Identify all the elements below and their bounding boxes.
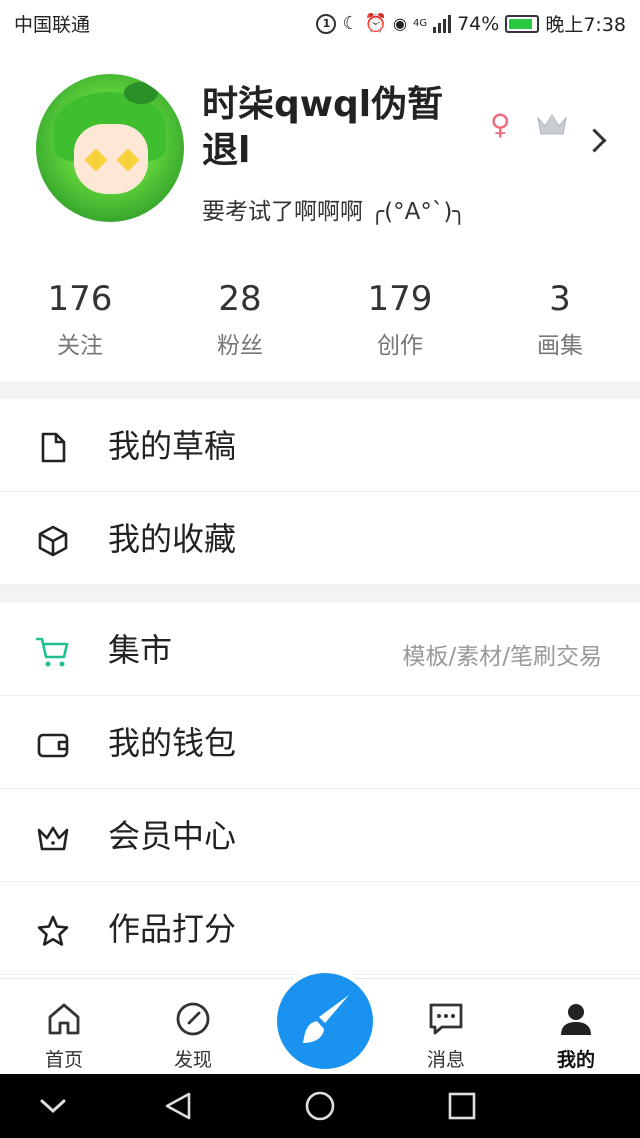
stats-bar: 176 关注 28 粉丝 179 创作 3 画集 (0, 278, 640, 368)
stat-value: 28 (218, 279, 262, 319)
tab-label: 首页 (44, 1049, 83, 1071)
star-icon (37, 915, 69, 946)
box-icon (38, 525, 68, 557)
tab-messages[interactable]: 消息 (396, 979, 496, 1075)
alarm-icon: ⏰ (364, 13, 387, 34)
stat-label: 关注 (57, 333, 103, 359)
stat-works[interactable]: 179 创作 (320, 278, 480, 368)
chevron-down-icon[interactable] (38, 1096, 68, 1116)
moon-icon: ☾ (342, 13, 359, 34)
crown-icon (37, 826, 69, 851)
menu-item-favorites[interactable]: 我的收藏 (0, 492, 640, 585)
female-icon: ♀ (490, 108, 511, 141)
home-icon (48, 1003, 80, 1035)
tab-label: 消息 (426, 1049, 465, 1071)
menu-item-label: 会员中心 (108, 817, 237, 855)
menu-item-hint: 模板/素材/笔刷交易 (402, 644, 603, 670)
system-nav-bar (0, 1074, 640, 1138)
recents-icon[interactable] (447, 1091, 477, 1121)
status-icons: 1 ☾ ⏰ ◉ 4G 74% 晚上7:38 (316, 10, 626, 37)
stat-following[interactable]: 176 关注 (0, 278, 160, 368)
stat-value: 3 (549, 279, 571, 319)
tab-me[interactable]: 我的 (526, 979, 626, 1075)
menu-item-drafts[interactable]: 我的草稿 (0, 399, 640, 492)
avatar-hat (124, 82, 158, 104)
signal-icon (433, 14, 452, 33)
wallet-icon (37, 733, 69, 758)
stat-value: 176 (47, 279, 113, 319)
section-divider (0, 585, 640, 603)
menu-item-label: 我的草稿 (108, 427, 237, 465)
stat-label: 创作 (377, 333, 423, 359)
status-bar: 中国联通 1 ☾ ⏰ ◉ 4G 74% 晚上7:38 (0, 0, 640, 44)
create-button[interactable] (272, 968, 378, 1074)
hd-icon: 1 (316, 13, 337, 34)
clock-time: 晚上7:38 (545, 14, 626, 36)
brush-icon (303, 995, 349, 1043)
cart-icon (36, 637, 69, 667)
carrier-name: 中国联通 (14, 14, 91, 36)
menu-item-membership[interactable]: 会员中心 (0, 789, 640, 882)
stat-label: 画集 (537, 333, 583, 359)
network-type: 4G (412, 18, 428, 29)
battery-percent: 74% (457, 12, 500, 35)
section-divider (0, 381, 640, 399)
avatar[interactable] (36, 74, 184, 222)
stat-label: 粉丝 (217, 333, 263, 359)
menu-item-label: 集市 (108, 631, 173, 669)
compass-icon (176, 1002, 210, 1036)
menu-item-market[interactable]: 集市 模板/素材/笔刷交易 (0, 603, 640, 696)
stat-followers[interactable]: 28 粉丝 (160, 278, 320, 368)
username[interactable]: 时柒qwql伪暂退l (202, 82, 472, 174)
tab-discover[interactable]: 发现 (143, 979, 243, 1075)
tab-label: 我的 (556, 1049, 595, 1071)
stat-albums[interactable]: 3 画集 (480, 278, 640, 368)
crown-icon (537, 114, 567, 135)
menu-item-label: 我的钱包 (108, 724, 237, 762)
bio: 要考试了啊啊啊 ╭(°A°`)╮ (202, 199, 467, 225)
message-icon (429, 1003, 463, 1035)
user-icon (561, 1004, 591, 1035)
stat-value: 179 (367, 279, 433, 319)
menu-item-label: 作品打分 (108, 910, 237, 948)
profile-chevron-right-icon[interactable] (582, 128, 607, 153)
menu-item-wallet[interactable]: 我的钱包 (0, 696, 640, 789)
eye-icon: ◉ (393, 14, 407, 33)
tab-home[interactable]: 首页 (14, 979, 114, 1075)
menu-item-rating[interactable]: 作品打分 (0, 882, 640, 975)
back-icon[interactable] (163, 1091, 193, 1121)
document-icon (41, 432, 66, 463)
tab-label: 发现 (173, 1049, 212, 1071)
home-circle-icon[interactable] (304, 1090, 336, 1122)
menu-item-label: 我的收藏 (108, 520, 237, 558)
battery-icon (505, 14, 540, 33)
